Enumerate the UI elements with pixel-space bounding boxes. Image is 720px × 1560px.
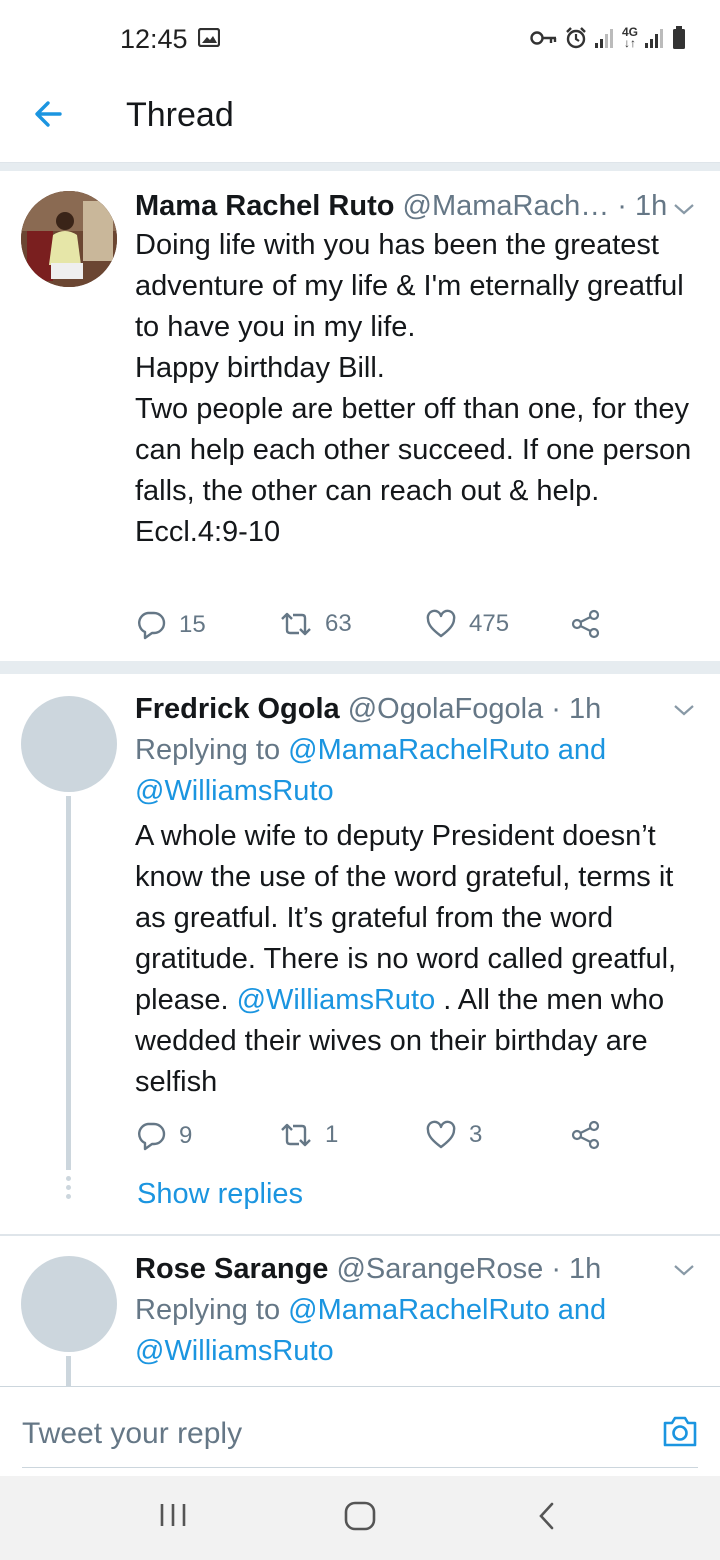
reply-icon — [138, 1122, 166, 1151]
avatar[interactable] — [21, 696, 117, 792]
tweet-paragraph: Two people are better off than one, for … — [135, 393, 692, 507]
thread-line — [66, 1356, 71, 1386]
replying-to-link[interactable]: @WilliamsRuto — [135, 775, 334, 807]
reply-count: 15 — [179, 611, 206, 638]
retweet-icon — [281, 612, 311, 636]
like-button[interactable]: 3 — [425, 1120, 482, 1150]
key-icon — [530, 31, 557, 45]
retweet-button[interactable]: 1 — [279, 1120, 338, 1150]
tweet-actions: 9 1 3 — [135, 1120, 615, 1156]
author-handle[interactable]: @MamaRach… — [403, 190, 610, 222]
share-button[interactable] — [571, 1120, 601, 1150]
tweet-actions: 15 63 475 — [135, 609, 615, 645]
replying-to: Replying to @MamaRachelRuto and @William… — [135, 1290, 705, 1372]
like-icon — [426, 1120, 456, 1149]
chevron-down-icon[interactable] — [672, 702, 696, 718]
tweet-text: A whole wife to deputy President doesn’t… — [135, 816, 705, 1103]
divider — [0, 163, 720, 171]
reply-input[interactable]: Tweet your reply — [22, 1417, 242, 1451]
share-icon — [571, 1120, 600, 1150]
signal-icon — [594, 29, 613, 48]
tweet-header: Mama Rachel Ruto @MamaRach… · 1h — [135, 189, 667, 223]
replying-to-link[interactable]: @WilliamsRuto — [135, 1335, 334, 1367]
avatar[interactable] — [21, 1256, 117, 1352]
network-type: 4G ↓↑ — [621, 25, 638, 50]
like-icon — [426, 609, 456, 638]
author-name[interactable]: Rose Sarange — [135, 1253, 328, 1285]
thread-header: Thread — [0, 66, 720, 163]
reply-count: 9 — [179, 1122, 193, 1149]
home-icon[interactable] — [343, 1500, 377, 1532]
tweet-text: Doing life with you has been the greates… — [135, 225, 705, 553]
chevron-down-icon[interactable] — [672, 201, 696, 217]
retweet-icon — [281, 1123, 311, 1147]
retweet-count: 63 — [325, 610, 352, 637]
tweet-main[interactable]: Mama Rachel Ruto @MamaRach… · 1h Doing l… — [0, 171, 720, 661]
camera-icon[interactable] — [662, 1414, 698, 1448]
replying-to-link[interactable]: @MamaRachelRuto and — [288, 1294, 606, 1326]
avatar-photo — [21, 191, 117, 287]
reply-button[interactable]: 15 — [135, 609, 206, 641]
replying-to-label: Replying to — [135, 1294, 289, 1326]
image-icon — [198, 28, 220, 47]
status-bar: 12:45 4G ↓↑ — [0, 0, 720, 66]
replying-to-label: Replying to — [135, 734, 289, 766]
show-replies-link[interactable]: Show replies — [137, 1178, 303, 1211]
tweet-time: · 1h — [617, 190, 668, 222]
replying-to: Replying to @MamaRachelRuto and @William… — [135, 730, 705, 812]
thread-line — [66, 796, 71, 1170]
tweet-time: · 1h — [551, 693, 602, 725]
tweet-header: Fredrick Ogola @OgolaFogola · 1h — [135, 692, 601, 726]
system-nav-bar — [0, 1476, 720, 1560]
divider — [0, 661, 720, 674]
retweet-count: 1 — [325, 1121, 339, 1148]
author-name[interactable]: Mama Rachel Ruto — [135, 190, 394, 222]
avatar[interactable] — [21, 191, 117, 287]
back-arrow-icon[interactable] — [30, 96, 70, 132]
input-underline — [22, 1467, 698, 1468]
status-time: 12:45 — [120, 24, 188, 54]
alarm-icon — [566, 27, 586, 49]
author-name[interactable]: Fredrick Ogola — [135, 693, 340, 725]
reply-button[interactable]: 9 — [135, 1120, 192, 1152]
tweet-paragraph: Happy birthday Bill. — [135, 352, 385, 384]
tweet-paragraph: Eccl.4:9-10 — [135, 516, 281, 548]
tweet-reply[interactable]: Fredrick Ogola @OgolaFogola · 1h Replyin… — [0, 674, 720, 1234]
page-title: Thread — [126, 96, 234, 134]
like-count: 3 — [469, 1121, 483, 1148]
tweet-reply[interactable]: Rose Sarange @SarangeRose · 1h Replying … — [0, 1236, 720, 1386]
recents-icon[interactable] — [158, 1500, 188, 1530]
battery-icon — [673, 26, 685, 49]
replying-to-link[interactable]: @MamaRachelRuto and — [288, 734, 606, 766]
nav-back-icon[interactable] — [536, 1500, 558, 1532]
tweet-header: Rose Sarange @SarangeRose · 1h — [135, 1252, 601, 1286]
signal-icon — [645, 29, 663, 48]
reply-composer: Tweet your reply — [0, 1386, 720, 1476]
like-count: 475 — [469, 610, 510, 637]
like-button[interactable]: 475 — [425, 609, 509, 639]
mention-link[interactable]: @WilliamsRuto — [237, 984, 436, 1016]
reply-icon — [138, 611, 166, 640]
author-handle[interactable]: @OgolaFogola — [348, 693, 544, 725]
tweet-paragraph: Doing life with you has been the greates… — [135, 229, 684, 343]
chevron-down-icon[interactable] — [672, 1262, 696, 1278]
tweet-time: · 1h — [551, 1253, 602, 1285]
author-handle[interactable]: @SarangeRose — [336, 1253, 543, 1285]
retweet-button[interactable]: 63 — [279, 609, 352, 639]
share-icon — [571, 609, 600, 639]
status-icons: 4G ↓↑ — [530, 26, 686, 50]
share-button[interactable] — [571, 609, 601, 639]
thread-dots — [66, 1176, 71, 1203]
